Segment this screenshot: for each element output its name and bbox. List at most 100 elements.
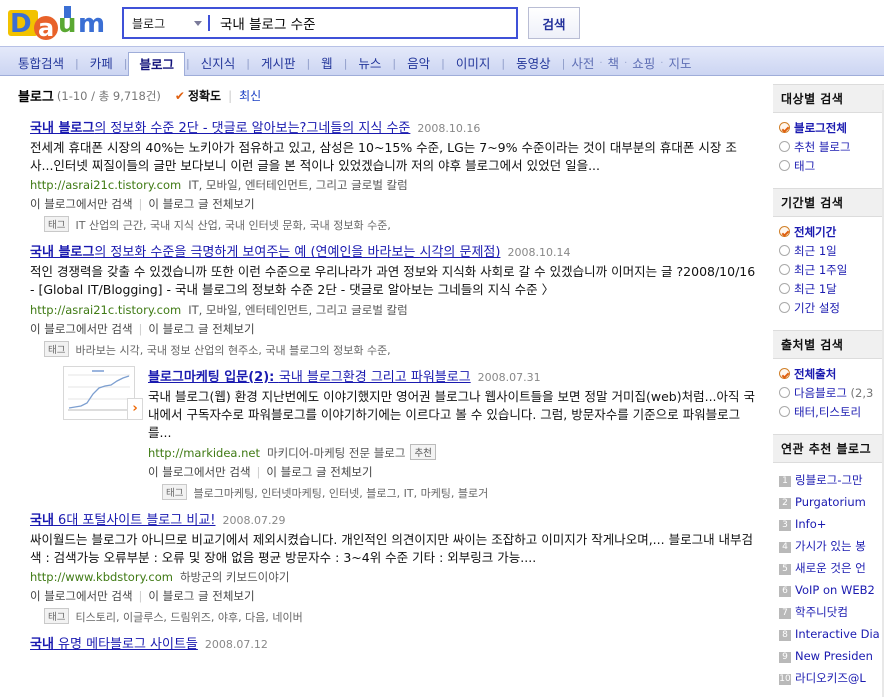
tab-통합검색[interactable]: 통합검색 — [8, 53, 74, 75]
tab-신지식[interactable]: 신지식 — [191, 53, 246, 75]
result-site-name[interactable]: 하방군의 키보드이야기 — [180, 570, 289, 584]
tab-웹[interactable]: 웹 — [311, 53, 343, 75]
search-within-blog-link[interactable]: 이 블로그에서만 검색 — [148, 465, 251, 479]
tab-동영상[interactable]: 동영상 — [506, 53, 561, 75]
view-all-posts-link[interactable]: 이 블로그 글 전체보기 — [266, 465, 372, 479]
nav-minor-쇼핑[interactable]: 쇼핑 — [627, 53, 660, 75]
result-site-name[interactable]: 마키디어-마케팅 전문 블로그 — [267, 446, 405, 460]
result-title-link[interactable]: 국내 블로그의 정보화 수준을 극명하게 보여주는 예 (연예인을 바라보는 시… — [30, 245, 500, 260]
related-blog-item[interactable]: 7 학주니닷컴 — [773, 601, 884, 623]
tab-이미지[interactable]: 이미지 — [446, 53, 501, 75]
sidebar-option-기간 설정[interactable]: 기간 설정 — [773, 299, 884, 318]
tab-블로그[interactable]: 블로그 — [128, 52, 185, 76]
sidebar-option-전체기간[interactable]: 전체기간 — [773, 223, 884, 242]
sidebar-option-label: 최근 1달 — [794, 282, 837, 296]
sort-selected[interactable]: 정확도 — [188, 87, 221, 104]
sidebar-option-태터,티스토리[interactable]: 태터,티스토리 — [773, 403, 884, 422]
thumbnail-next-arrow-icon[interactable]: › — [127, 397, 143, 420]
result-item: 국내 유명 메타블로그 사이트들 2008.07.12 — [8, 627, 772, 657]
sidebar-option-블로그전체[interactable]: 블로그전체 — [773, 119, 884, 138]
radio-unchecked-icon[interactable] — [779, 283, 790, 294]
sidebar-panel: 기간별 검색 전체기간 최근 1일 최근 1주일 최근 1달 기간 설정 — [773, 188, 884, 318]
tab-음악[interactable]: 음악 — [397, 53, 440, 75]
chevron-down-icon — [194, 20, 202, 26]
sidebar-option-태그[interactable]: 태그 — [773, 157, 884, 176]
result-action-links: 이 블로그에서만 검색 | 이 블로그 글 전체보기 — [148, 464, 760, 480]
result-thumbnail-chart[interactable] — [63, 365, 135, 420]
nav-minor-지도[interactable]: 지도 — [663, 53, 696, 75]
result-title-highlight: 국내 블로그 — [30, 245, 95, 261]
sidebar-option-최근 1달[interactable]: 최근 1달 — [773, 280, 884, 299]
search-within-blog-link[interactable]: 이 블로그에서만 검색 — [30, 197, 133, 211]
result-item: 국내 6대 포털사이트 블로그 비교! 2008.07.29 싸이월드는 블로그가 … — [8, 503, 772, 627]
tab-카페[interactable]: 카페 — [80, 53, 123, 75]
result-site-name[interactable]: IT, 모바일, 엔터테인먼트, 그리고 글로벌 칼럼 — [188, 178, 408, 192]
tab-게시판[interactable]: 게시판 — [251, 53, 306, 75]
radio-unchecked-icon[interactable] — [779, 302, 790, 313]
search-within-blog-link[interactable]: 이 블로그에서만 검색 — [30, 589, 133, 603]
radio-unchecked-icon[interactable] — [779, 160, 790, 171]
page-header: D a u m 블로그 검색 — [0, 0, 884, 46]
sidebar-option-추천 블로그[interactable]: 추천 블로그 — [773, 138, 884, 157]
result-title-link[interactable]: 국내 6대 포털사이트 블로그 비교! — [30, 513, 216, 528]
sidebar-option-전체출처[interactable]: 전체출처 — [773, 365, 884, 384]
radio-unchecked-icon[interactable] — [779, 264, 790, 275]
tag-list[interactable]: 티스토리, 이글루스, 드림위즈, 야후, 다음, 네이버 — [75, 611, 302, 624]
search-within-blog-link[interactable]: 이 블로그에서만 검색 — [30, 322, 133, 336]
related-blog-label: 링블로그-그만 — [795, 473, 863, 487]
related-blog-item[interactable]: 10 라디오키즈@L — [773, 667, 884, 689]
related-blog-item[interactable]: 3 Info+ — [773, 513, 884, 535]
radio-unchecked-icon[interactable] — [779, 387, 790, 398]
result-item: 국내 블로그의 정보화 수준 2단 - 댓글로 알아보는?그네들의 지식 수준 2… — [8, 111, 772, 235]
result-tags: 태그 IT 산업의 근간, 국내 지식 산업, 국내 인터넷 문화, 국내 정보화… — [30, 216, 760, 233]
search-input[interactable] — [216, 10, 516, 36]
result-site-name[interactable]: IT, 모바일, 엔터테인먼트, 그리고 글로벌 칼럼 — [188, 303, 408, 317]
tab-뉴스[interactable]: 뉴스 — [348, 53, 391, 75]
related-blog-item[interactable]: 1 링블로그-그만 — [773, 469, 884, 491]
sort-alternate[interactable]: 최신 — [239, 87, 261, 104]
radio-unchecked-icon[interactable] — [779, 406, 790, 417]
rank-number-badge: 3 — [779, 520, 791, 531]
result-url[interactable]: http://asrai21c.tistory.com — [30, 303, 181, 317]
sidebar-option-다음블로그[interactable]: 다음블로그 (2,3 — [773, 384, 884, 403]
search-category-select[interactable]: 블로그 — [124, 9, 208, 37]
nav-minor-책[interactable]: 책 — [603, 53, 625, 75]
radio-unchecked-icon[interactable] — [779, 141, 790, 152]
result-header: 국내 블로그의 정보화 수준 2단 - 댓글로 알아보는?그네들의 지식 수준 2… — [30, 117, 760, 136]
results-list: 국내 블로그의 정보화 수준 2단 - 댓글로 알아보는?그네들의 지식 수준 2… — [8, 111, 772, 657]
view-all-posts-link[interactable]: 이 블로그 글 전체보기 — [148, 589, 254, 603]
related-blog-item[interactable]: 5 새로운 것은 언 — [773, 557, 884, 579]
view-all-posts-link[interactable]: 이 블로그 글 전체보기 — [148, 322, 254, 336]
result-url[interactable]: http://www.kbdstory.com — [30, 570, 173, 584]
related-blog-item[interactable]: 8 Interactive Dia — [773, 623, 884, 645]
search-button[interactable]: 검색 — [528, 7, 580, 39]
rank-number-badge: 1 — [779, 476, 791, 487]
radio-checked-icon[interactable] — [779, 368, 790, 379]
sidebar-option-최근 1주일[interactable]: 최근 1주일 — [773, 261, 884, 280]
result-title-link[interactable]: 국내 유명 메타블로그 사이트들 — [30, 637, 198, 652]
result-url[interactable]: http://asrai21c.tistory.com — [30, 178, 181, 192]
radio-checked-icon[interactable] — [779, 226, 790, 237]
radio-checked-icon[interactable] — [779, 122, 790, 133]
sidebar-option-label: 추천 블로그 — [794, 140, 851, 154]
related-blog-item[interactable]: 9 New Presiden — [773, 645, 884, 667]
related-blog-item[interactable]: 6 VoIP on WEB2 — [773, 579, 884, 601]
result-date: 2008.07.29 — [222, 513, 286, 527]
result-title-link[interactable]: 국내 블로그의 정보화 수준 2단 - 댓글로 알아보는?그네들의 지식 수준 — [30, 121, 410, 136]
sidebar-option-최근 1일[interactable]: 최근 1일 — [773, 242, 884, 261]
radio-unchecked-icon[interactable] — [779, 245, 790, 256]
nav-minor-사전[interactable]: 사전 — [566, 53, 599, 75]
related-blog-item[interactable]: 4 가시가 있는 봉 — [773, 535, 884, 557]
search-box[interactable]: 블로그 — [122, 7, 518, 39]
daum-logo[interactable]: D a u m — [6, 4, 114, 42]
result-title-link[interactable]: 블로그마케팅 입문(2): 국내 블로그환경 그리고 파워블로그 — [148, 370, 471, 385]
view-all-posts-link[interactable]: 이 블로그 글 전체보기 — [148, 197, 254, 211]
tag-list[interactable]: 바라보는 시각, 국내 정보 산업의 현주소, 국내 블로그의 정보화 수준, — [75, 344, 390, 357]
page-body: 블로그 (1-10 / 총 9,718건) ✔ 정확도 | 최신 국내 블로그의… — [0, 76, 884, 697]
result-url[interactable]: http://markidea.net — [148, 446, 260, 460]
sidebar-option-label: 최근 1주일 — [794, 263, 848, 277]
tag-list[interactable]: 블로그마케팅, 인터넷마케팅, 인터넷, 블로그, IT, 마케팅, 블로거 — [193, 487, 488, 500]
tag-list[interactable]: IT 산업의 근간, 국내 지식 산업, 국내 인터넷 문화, 국내 정보화 수… — [75, 219, 390, 232]
rank-number-badge: 5 — [779, 564, 791, 575]
related-blog-item[interactable]: 2 Purgatorium — [773, 491, 884, 513]
